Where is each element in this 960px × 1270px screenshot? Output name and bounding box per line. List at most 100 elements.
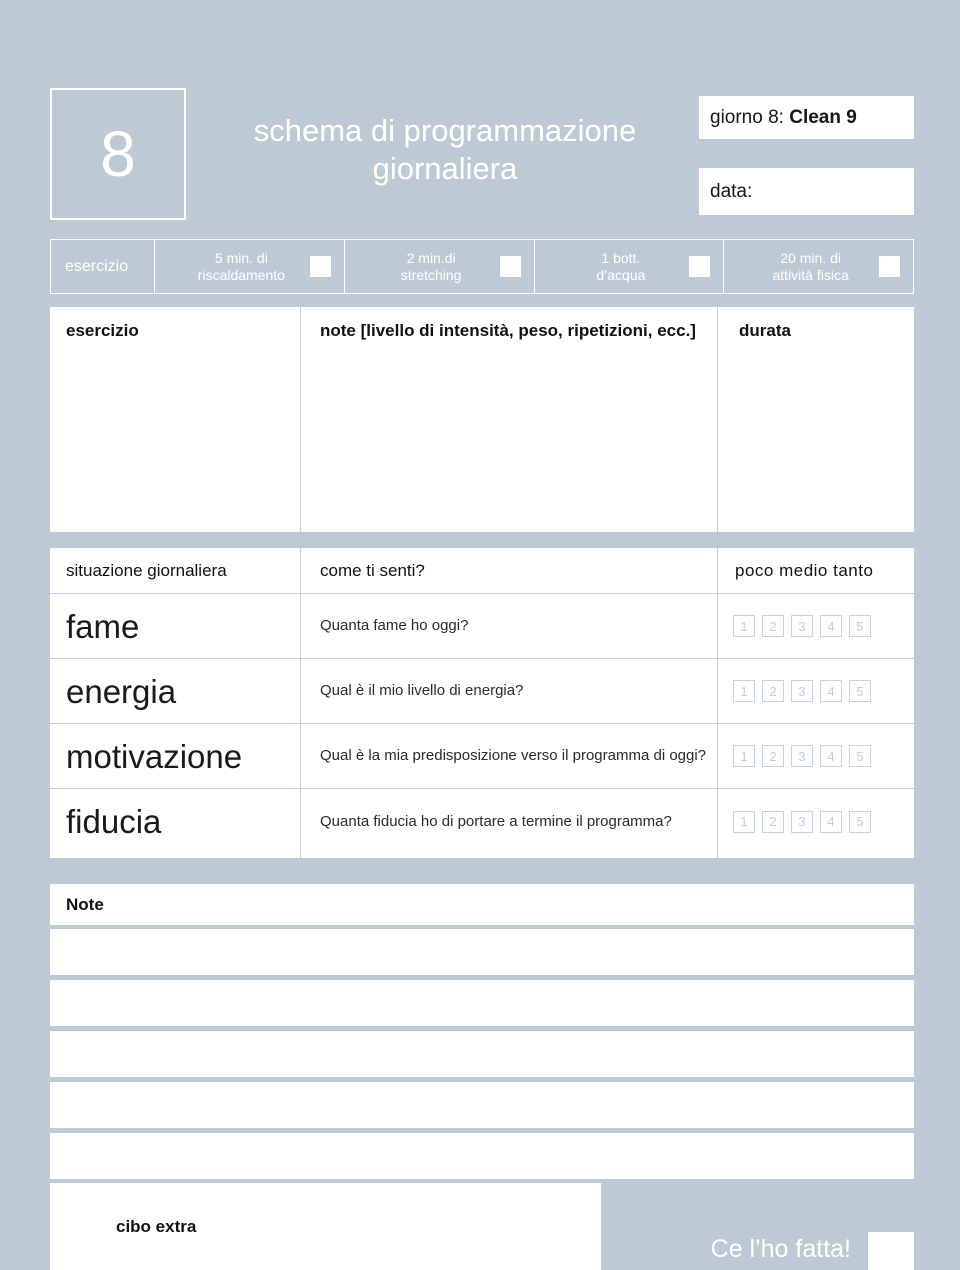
checkbox-activity[interactable] bbox=[879, 256, 900, 277]
checkbox-water[interactable] bbox=[689, 256, 711, 277]
checkbox-done[interactable] bbox=[868, 1232, 914, 1270]
checklist-task-warmup-line-1: 5 min. di bbox=[214, 249, 268, 266]
notes-line-3[interactable] bbox=[50, 1031, 914, 1077]
situation-row-fame-question-cell: Quanta fame ho oggi? bbox=[300, 617, 717, 635]
extra-food-label: cibo extra bbox=[116, 1217, 197, 1236]
situation-row-motivazione-label-cell: motivazione bbox=[50, 740, 300, 773]
rating-fame-5[interactable]: 5 bbox=[849, 615, 871, 637]
rating-energia-4[interactable]: 4 bbox=[820, 680, 842, 702]
exercise-table-header-cell-duration: durata bbox=[717, 321, 914, 341]
rating-motivazione-4[interactable]: 4 bbox=[820, 745, 842, 767]
exercise-table-header: esercizio note [livello di intensità, pe… bbox=[50, 307, 914, 355]
day-number: 8 bbox=[100, 118, 136, 190]
rating-motivazione-5[interactable]: 5 bbox=[849, 745, 871, 767]
rating-fiducia-2[interactable]: 2 bbox=[762, 810, 784, 833]
checklist-task-warmup-text: 5 min. di riscaldamento bbox=[155, 250, 310, 284]
rating-fiducia-3[interactable]: 3 bbox=[791, 810, 813, 833]
rating-motivazione-1[interactable]: 1 bbox=[733, 745, 755, 767]
checklist-task-water-line-1: 1 bott. bbox=[601, 249, 641, 266]
extra-food-field[interactable]: cibo extra bbox=[50, 1183, 601, 1270]
rating-energia-5[interactable]: 5 bbox=[849, 680, 871, 702]
rating-fame-3[interactable]: 3 bbox=[791, 615, 813, 637]
rating-fiducia-4[interactable]: 4 bbox=[820, 810, 842, 833]
notes-line-4[interactable] bbox=[50, 1082, 914, 1128]
page-title: schema di programmazione giornaliera bbox=[210, 112, 680, 188]
checklist-task-activity-line-1: 20 min. di bbox=[780, 249, 841, 266]
situation-row-fame-question: Quanta fame ho oggi? bbox=[320, 617, 469, 634]
exercise-checklist-row: esercizio 5 min. di riscaldamento 2 min.… bbox=[50, 239, 914, 294]
page-title-line-2: giornaliera bbox=[372, 150, 518, 186]
situation-row-fame: fame Quanta fame ho oggi? 1 2 3 4 5 bbox=[50, 594, 914, 659]
situation-row-fame-scale: 1 2 3 4 5 bbox=[717, 615, 914, 637]
exercise-column-header: esercizio bbox=[66, 321, 139, 340]
situation-header-cell-label: situazione giornaliera bbox=[50, 561, 300, 581]
rating-energia-3[interactable]: 3 bbox=[791, 680, 813, 702]
notes-line-1[interactable] bbox=[50, 929, 914, 975]
situation-row-motivazione-question-cell: Qual è la mia predisposizione verso il p… bbox=[300, 747, 717, 765]
situation-row-fiducia-question-cell: Quanta fiducia ho di portare a termine i… bbox=[300, 813, 717, 831]
rating-motivazione-2[interactable]: 2 bbox=[762, 745, 784, 767]
rating-fame-1[interactable]: 1 bbox=[733, 615, 755, 637]
situation-column-header: situazione giornaliera bbox=[66, 560, 227, 580]
situation-row-fame-label-cell: fame bbox=[50, 610, 300, 643]
situation-row-energia-scale: 1 2 3 4 5 bbox=[717, 680, 914, 702]
situation-row-fiducia-label: fiducia bbox=[66, 803, 162, 840]
notes-header: Note bbox=[50, 884, 914, 925]
situation-row-energia: energia Qual è il mio livello di energia… bbox=[50, 659, 914, 724]
rating-fame-4[interactable]: 4 bbox=[820, 615, 842, 637]
rating-fiducia-1[interactable]: 1 bbox=[733, 810, 755, 833]
situation-table-header: situazione giornaliera come ti senti? po… bbox=[50, 548, 914, 594]
day-program-label: giorno 8: Clean 9 bbox=[710, 107, 857, 129]
rating-energia-1[interactable]: 1 bbox=[733, 680, 755, 702]
situation-row-motivazione: motivazione Qual è la mia predisposizion… bbox=[50, 724, 914, 789]
rating-motivazione-3[interactable]: 3 bbox=[791, 745, 813, 767]
situation-row-fiducia-label-cell: fiducia bbox=[50, 805, 300, 838]
day-program-name: Clean 9 bbox=[789, 106, 857, 128]
day-number-box: 8 bbox=[50, 88, 186, 220]
checkbox-warmup[interactable] bbox=[309, 256, 331, 277]
exercise-table-header-cell-exercise: esercizio bbox=[50, 321, 300, 341]
situation-row-motivazione-label: motivazione bbox=[66, 737, 243, 775]
situation-row-fame-label: fame bbox=[66, 607, 140, 645]
exercise-table-header-cell-notes: note [livello di intensità, peso, ripeti… bbox=[300, 321, 717, 341]
done-label: Ce l’ho fatta! bbox=[710, 1235, 851, 1263]
situation-row-energia-label: energia bbox=[66, 672, 177, 710]
checklist-task-stretching: 2 min.di stretching bbox=[345, 240, 535, 293]
rating-fame-2[interactable]: 2 bbox=[762, 615, 784, 637]
notes-line-2[interactable] bbox=[50, 980, 914, 1026]
notes-line-5[interactable] bbox=[50, 1133, 914, 1179]
checklist-task-stretching-line-2: stretching bbox=[400, 266, 462, 283]
duration-column-header: durata bbox=[739, 321, 791, 340]
day-program-field: giorno 8: Clean 9 bbox=[699, 96, 914, 139]
rating-energia-2[interactable]: 2 bbox=[762, 680, 784, 702]
checklist-task-water-line-2: d’acqua bbox=[596, 266, 646, 283]
situation-row-energia-question: Qual è il mio livello di energia? bbox=[320, 682, 524, 699]
notes-column-header: note [livello di intensità, peso, ripeti… bbox=[320, 321, 696, 340]
situation-row-fiducia-question: Quanta fiducia ho di portare a termine i… bbox=[320, 812, 672, 830]
checklist-task-warmup: 5 min. di riscaldamento bbox=[155, 240, 345, 293]
checklist-task-activity-text: 20 min. di attività fisica bbox=[724, 250, 879, 284]
situation-row-energia-question-cell: Qual è il mio livello di energia? bbox=[300, 682, 717, 700]
rating-fiducia-5[interactable]: 5 bbox=[849, 810, 871, 833]
checklist-task-activity-line-2: attività fisica bbox=[772, 266, 849, 283]
done-section: Ce l’ho fatta! bbox=[601, 1183, 914, 1270]
day-program-prefix: giorno 8: bbox=[710, 106, 790, 128]
situation-row-fiducia-scale: 1 2 3 4 5 bbox=[717, 810, 914, 833]
checklist-task-stretching-line-1: 2 min.di bbox=[406, 249, 456, 266]
exercise-table: esercizio note [livello di intensità, pe… bbox=[50, 307, 914, 532]
checklist-task-water: 1 bott. d’acqua bbox=[535, 240, 725, 293]
worksheet-page: 8 schema di programmazione giornaliera g… bbox=[0, 0, 960, 1270]
situation-header-cell-question: come ti senti? bbox=[300, 561, 717, 581]
date-field[interactable]: data: bbox=[699, 168, 914, 215]
checklist-task-warmup-line-2: riscaldamento bbox=[197, 266, 285, 283]
situation-row-energia-label-cell: energia bbox=[50, 675, 300, 708]
feeling-column-header: come ti senti? bbox=[320, 560, 425, 580]
date-field-label: data: bbox=[710, 180, 753, 202]
checklist-section-label: esercizio bbox=[51, 240, 155, 293]
scale-column-header: poco medio tanto bbox=[735, 560, 874, 580]
situation-row-motivazione-question: Qual è la mia predisposizione verso il p… bbox=[320, 747, 707, 764]
checkbox-stretching[interactable] bbox=[499, 256, 521, 277]
page-header: 8 schema di programmazione giornaliera g… bbox=[0, 0, 960, 228]
checklist-task-stretching-text: 2 min.di stretching bbox=[345, 250, 500, 284]
checklist-section-label-text: esercizio bbox=[65, 257, 129, 275]
